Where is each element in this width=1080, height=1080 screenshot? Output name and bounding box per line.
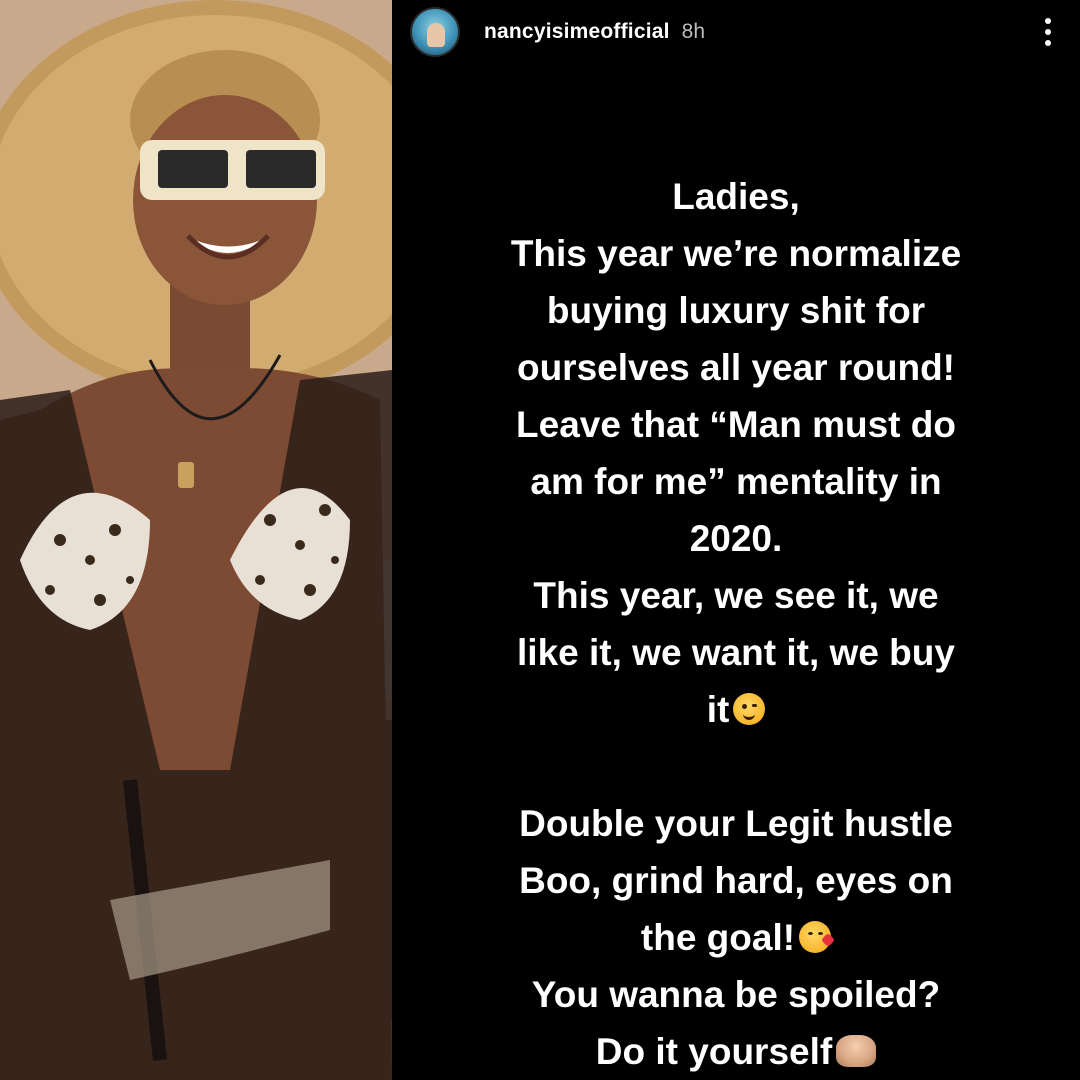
- story-line: You wanna be spoiled?: [531, 974, 941, 1015]
- story-line-with-emoji: the goal!: [392, 909, 1080, 966]
- winking-face-emoji-icon: [733, 693, 766, 725]
- photo-woman-in-sunhat: [0, 0, 392, 1080]
- story-line: ourselves all year round!: [516, 347, 955, 388]
- story-line: like it, we want it, we buy: [517, 632, 955, 673]
- photo-panel: [0, 0, 392, 1080]
- screenshot-frame: nancyisimeofficial 8h Ladies, This year …: [0, 0, 1080, 1080]
- story-line: 2020.: [689, 518, 783, 559]
- more-options-button[interactable]: [1036, 12, 1060, 52]
- story-line: Do it yourself: [595, 1031, 833, 1072]
- story-line-with-emoji: Do it yourself: [392, 1023, 1080, 1080]
- username[interactable]: nancyisimeofficial: [484, 20, 670, 44]
- story-line-with-emoji: it: [392, 681, 1080, 738]
- story-line: This year we’re normalize: [510, 233, 962, 274]
- more-dots-icon: [1045, 18, 1051, 24]
- story-line: the goal!: [640, 917, 796, 958]
- post-time: 8h: [681, 20, 706, 43]
- story-line: This year, we see it, we: [533, 575, 939, 616]
- story-line: Double your Legit hustle: [519, 803, 953, 844]
- story-text: Ladies, This year we’re normalize buying…: [392, 168, 1080, 1080]
- story-panel: nancyisimeofficial 8h Ladies, This year …: [392, 0, 1080, 1080]
- story-line: it: [706, 689, 730, 730]
- face-blowing-kiss-emoji-icon: [799, 921, 836, 953]
- story-line: Leave that “Man must do: [516, 404, 956, 445]
- profile-avatar[interactable]: [410, 7, 460, 57]
- person-shrugging-emoji-icon: [836, 1035, 877, 1067]
- story-line: Boo, grind hard, eyes on: [519, 860, 953, 901]
- story-line: buying luxury shit for: [546, 290, 926, 331]
- story-header: nancyisimeofficial 8h: [410, 4, 1060, 60]
- story-line: am for me” mentality in: [530, 461, 942, 502]
- story-line: Ladies,: [672, 176, 800, 217]
